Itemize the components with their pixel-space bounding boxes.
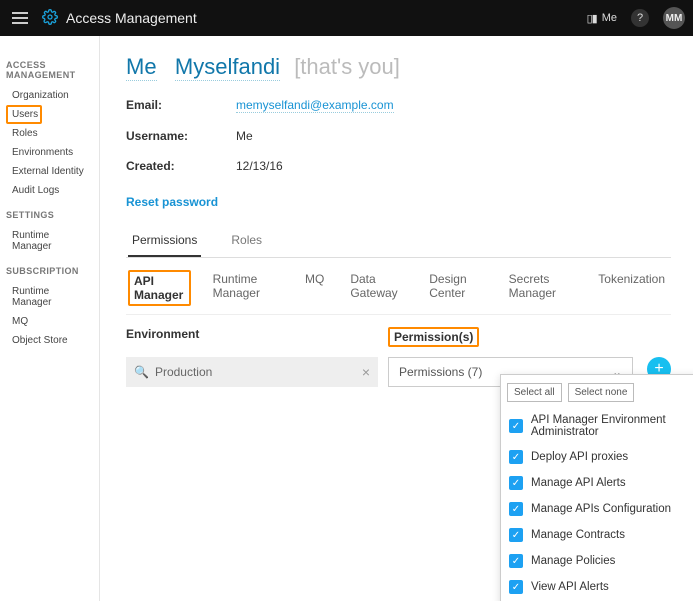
sidebar-item-audit-logs[interactable]: Audit Logs: [6, 181, 93, 200]
perm-option[interactable]: ✓ Manage API Alerts: [507, 470, 693, 496]
subtab-mq[interactable]: MQ: [301, 270, 328, 306]
perm-option-label: Manage Contracts: [531, 529, 625, 541]
sidebar-item-sub-mq[interactable]: MQ: [6, 312, 93, 331]
sidebar-item-settings-runtime[interactable]: Runtime Manager: [6, 226, 93, 256]
sidebar-item-sub-runtime[interactable]: Runtime Manager: [6, 282, 93, 312]
select-none-button[interactable]: Select none: [568, 383, 635, 402]
perm-option[interactable]: ✓ Manage APIs Configuration: [507, 496, 693, 522]
perm-option[interactable]: ✓ View API Alerts: [507, 574, 693, 600]
sidebar-item-environments[interactable]: Environments: [6, 143, 93, 162]
created-value: 12/13/16: [236, 159, 671, 173]
gear-icon: [42, 9, 58, 28]
me-label: Me: [602, 12, 617, 24]
checkbox-icon: ✓: [509, 419, 523, 433]
sidebar-item-roles[interactable]: Roles: [6, 124, 93, 143]
user-details: Email: memyselfandi@example.com Username…: [126, 98, 671, 173]
app-title: Access Management: [66, 10, 587, 26]
sidebar-item-organization[interactable]: Organization: [6, 86, 93, 105]
perm-option-label: Manage API Alerts: [531, 477, 626, 489]
checkbox-icon: ✓: [509, 502, 523, 516]
subtab-runtime-manager[interactable]: Runtime Manager: [209, 270, 283, 306]
permissions-dropdown: Select all Select none ✓ API Manager Envi…: [500, 374, 693, 601]
tab-permissions[interactable]: Permissions: [128, 223, 201, 257]
subtab-design-center[interactable]: Design Center: [425, 270, 486, 306]
help-icon[interactable]: ?: [631, 9, 649, 27]
reset-password-link[interactable]: Reset password: [126, 195, 218, 209]
username-label: Username:: [126, 129, 236, 143]
subtab-secrets-manager[interactable]: Secrets Manager: [505, 270, 577, 306]
sidebar-section-settings: SETTINGS: [6, 210, 93, 220]
perm-option-label: Manage APIs Configuration: [531, 503, 671, 515]
breadcrumb-user[interactable]: Myselfandi: [175, 54, 280, 81]
perm-option[interactable]: ✓ API Manager Environment Administrator: [507, 408, 693, 444]
sidebar-section-subscription: SUBSCRIPTION: [6, 266, 93, 276]
subtab-tokenization[interactable]: Tokenization: [594, 270, 669, 306]
clear-icon[interactable]: ×: [362, 364, 370, 380]
environment-input[interactable]: 🔍 Production ×: [126, 357, 378, 387]
perm-option-label: Manage Policies: [531, 555, 615, 567]
email-value[interactable]: memyselfandi@example.com: [236, 98, 394, 113]
primary-tabs: Permissions Roles: [126, 223, 671, 258]
checkbox-icon: ✓: [509, 476, 523, 490]
perm-option[interactable]: ✓ Deploy API proxies: [507, 444, 693, 470]
perm-option[interactable]: ✓ Manage Contracts: [507, 522, 693, 548]
breadcrumb: Me Myselfandi [that's you]: [126, 54, 671, 80]
secondary-tabs: API Manager Runtime Manager MQ Data Gate…: [126, 260, 671, 315]
subtab-api-manager[interactable]: API Manager: [128, 270, 191, 306]
permissions-select-label: Permissions (7): [399, 365, 482, 379]
checkbox-icon: ✓: [509, 528, 523, 542]
perm-option[interactable]: ✓ Manage Policies: [507, 548, 693, 574]
search-icon: 🔍: [134, 365, 149, 379]
select-all-button[interactable]: Select all: [507, 383, 562, 402]
main-content: Me Myselfandi [that's you] Email: memyse…: [100, 36, 693, 601]
perm-option-label: Deploy API proxies: [531, 451, 628, 463]
breadcrumb-suffix: [that's you]: [294, 54, 400, 79]
sidebar: ACCESS MANAGEMENT Organization Users Rol…: [0, 36, 100, 601]
sidebar-section-access: ACCESS MANAGEMENT: [6, 60, 93, 80]
topbar: Access Management ▯▮ Me ? MM: [0, 0, 693, 36]
email-label: Email:: [126, 98, 236, 113]
avatar[interactable]: MM: [663, 7, 685, 29]
sidebar-item-sub-objectstore[interactable]: Object Store: [6, 331, 93, 350]
created-label: Created:: [126, 159, 236, 173]
bar-chart-icon: ▯▮: [587, 12, 597, 25]
username-value: Me: [236, 129, 671, 143]
sidebar-item-external-identity[interactable]: External Identity: [6, 162, 93, 181]
menu-icon[interactable]: [8, 6, 32, 30]
me-link[interactable]: ▯▮ Me: [587, 12, 617, 25]
perm-option-label: API Manager Environment Administrator: [531, 414, 693, 438]
environment-value: Production: [155, 365, 212, 379]
permissions-options: ✓ API Manager Environment Administrator ✓…: [507, 408, 693, 600]
tab-roles[interactable]: Roles: [227, 223, 266, 257]
sidebar-item-users[interactable]: Users: [6, 105, 42, 124]
col-permissions: Permission(s): [388, 327, 479, 347]
perm-option-label: View API Alerts: [531, 581, 609, 593]
subtab-data-gateway[interactable]: Data Gateway: [346, 270, 407, 306]
checkbox-icon: ✓: [509, 580, 523, 594]
checkbox-icon: ✓: [509, 554, 523, 568]
checkbox-icon: ✓: [509, 450, 523, 464]
col-environment: Environment: [126, 327, 388, 347]
breadcrumb-me[interactable]: Me: [126, 54, 157, 81]
